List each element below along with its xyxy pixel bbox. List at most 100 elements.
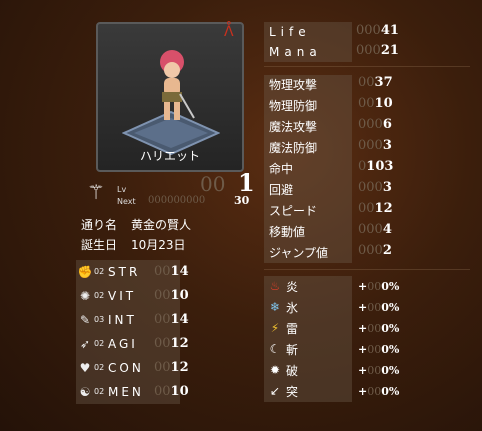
element-value: 0%	[381, 322, 400, 335]
next-exp-label: Next	[117, 197, 136, 206]
fire-icon: ♨	[269, 279, 281, 293]
element-sign: +	[358, 385, 368, 398]
combat-value: 6	[382, 117, 392, 132]
element-label: 突	[286, 384, 299, 399]
combat-value: 3	[382, 180, 392, 195]
element-value: 0%	[381, 364, 400, 377]
combat-label: 移動値	[269, 224, 306, 239]
element-label: 破	[286, 363, 299, 378]
life-label: Life	[269, 25, 311, 39]
element-value-box: +000%	[358, 301, 399, 314]
combat-label: ジャンプ値	[269, 245, 329, 260]
combat-value-box: 0103	[358, 159, 478, 174]
nickname-label: 通り名	[81, 218, 118, 232]
stat-name: AGI	[108, 336, 138, 351]
element-row-break: ✹ 破	[264, 361, 352, 379]
combat-pad: 00	[358, 201, 375, 216]
combat-value: 12	[374, 201, 393, 216]
level-value: 1	[238, 168, 255, 197]
stat-value: 14	[170, 264, 189, 279]
combat-pad: 000	[358, 243, 383, 258]
combat-pad: 000	[358, 117, 383, 132]
class-job-icon: ⚚	[87, 180, 105, 204]
element-row-fire: ♨ 炎	[264, 277, 352, 295]
element-sign: +	[358, 301, 368, 314]
combat-label: 回避	[269, 182, 294, 197]
element-row-slash: ☾ 斬	[264, 340, 352, 358]
stat-level: 02	[94, 363, 105, 372]
stat-pad: 00	[154, 264, 171, 279]
combat-value: 3	[382, 138, 392, 153]
combat-pad: 000	[358, 222, 383, 237]
str-icon: ✊	[77, 264, 93, 279]
element-label: 炎	[286, 279, 299, 294]
combat-value-box: 0003	[358, 180, 478, 195]
stat-level: 02	[94, 387, 105, 396]
stat-level: 03	[94, 315, 105, 324]
combat-value-box: 0003	[358, 138, 478, 153]
int-icon: ✎	[79, 312, 91, 327]
element-pad: 00	[367, 343, 382, 356]
combat-value: 10	[374, 96, 393, 111]
stat-name: STR	[108, 264, 141, 279]
combat-pad: 00	[358, 75, 375, 90]
element-row-pierce: ↙ 突	[264, 382, 352, 400]
life-value: 41	[380, 23, 399, 38]
pierce-icon: ↙	[269, 384, 281, 398]
element-sign: +	[358, 343, 368, 356]
combat-label: 命中	[269, 161, 294, 176]
men-icon: ☯	[79, 384, 91, 399]
element-value-box: +000%	[358, 385, 399, 398]
stat-row-con: ♥ 02 CON 0012	[76, 358, 220, 377]
stat-pad: 00	[154, 384, 171, 399]
birthday-label: 誕生日	[81, 238, 118, 252]
stat-value: 14	[170, 312, 189, 327]
element-value: 0%	[381, 301, 400, 314]
combat-value: 37	[374, 75, 393, 90]
stat-row-vit: ✺ 02 VIT 0010	[76, 286, 220, 305]
element-pad: 00	[367, 322, 382, 335]
stat-value: 10	[170, 384, 189, 399]
nickname-value: 黄金の賢人	[131, 218, 192, 232]
mana-value-box: 00021	[356, 43, 476, 58]
combat-value-box: 0002	[358, 243, 478, 258]
element-pad: 00	[367, 301, 382, 314]
element-sign: +	[358, 364, 368, 377]
combat-label: 物理攻撃	[269, 77, 318, 92]
birthday-value: 10月23日	[131, 238, 186, 252]
slash-icon: ☾	[269, 342, 281, 356]
class-emblem-icon: ᐰ	[224, 24, 234, 40]
element-pad: 00	[367, 385, 382, 398]
mana-pad: 000	[356, 43, 381, 58]
combat-value-box: 0006	[358, 117, 478, 132]
agi-icon: ➶	[79, 336, 91, 351]
stat-name: CON	[108, 360, 144, 375]
combat-label: スピード	[269, 203, 318, 218]
divider	[264, 269, 470, 270]
combat-value: 103	[366, 159, 394, 174]
combat-value-box: 0012	[358, 201, 478, 216]
combat-label: 魔法攻撃	[269, 119, 318, 134]
element-row-thunder: ⚡ 雷	[264, 319, 352, 337]
combat-pad: 000	[358, 180, 383, 195]
mana-value: 21	[380, 43, 399, 58]
life-value-box: 00041	[356, 23, 476, 38]
mana-label: Mana	[269, 45, 322, 59]
element-label: 氷	[286, 300, 299, 315]
combat-value: 2	[382, 243, 392, 258]
stat-pad: 00	[154, 312, 171, 327]
combat-value-box: 0037	[358, 75, 478, 90]
stat-level: 02	[94, 267, 105, 276]
next-exp-pad: 000000000	[148, 195, 206, 206]
next-exp-value: 30	[234, 194, 250, 207]
element-value-box: +000%	[358, 343, 399, 356]
element-sign: +	[358, 322, 368, 335]
stat-level: 02	[94, 291, 105, 300]
stat-value: 12	[170, 336, 189, 351]
thunder-icon: ⚡	[270, 321, 280, 335]
nickname-row: 通り名 黄金の賢人	[81, 216, 191, 233]
divider	[264, 66, 470, 67]
combat-value-box: 0010	[358, 96, 478, 111]
stat-row-men: ☯ 02 MEN 0010	[76, 382, 220, 401]
element-value: 0%	[381, 385, 400, 398]
